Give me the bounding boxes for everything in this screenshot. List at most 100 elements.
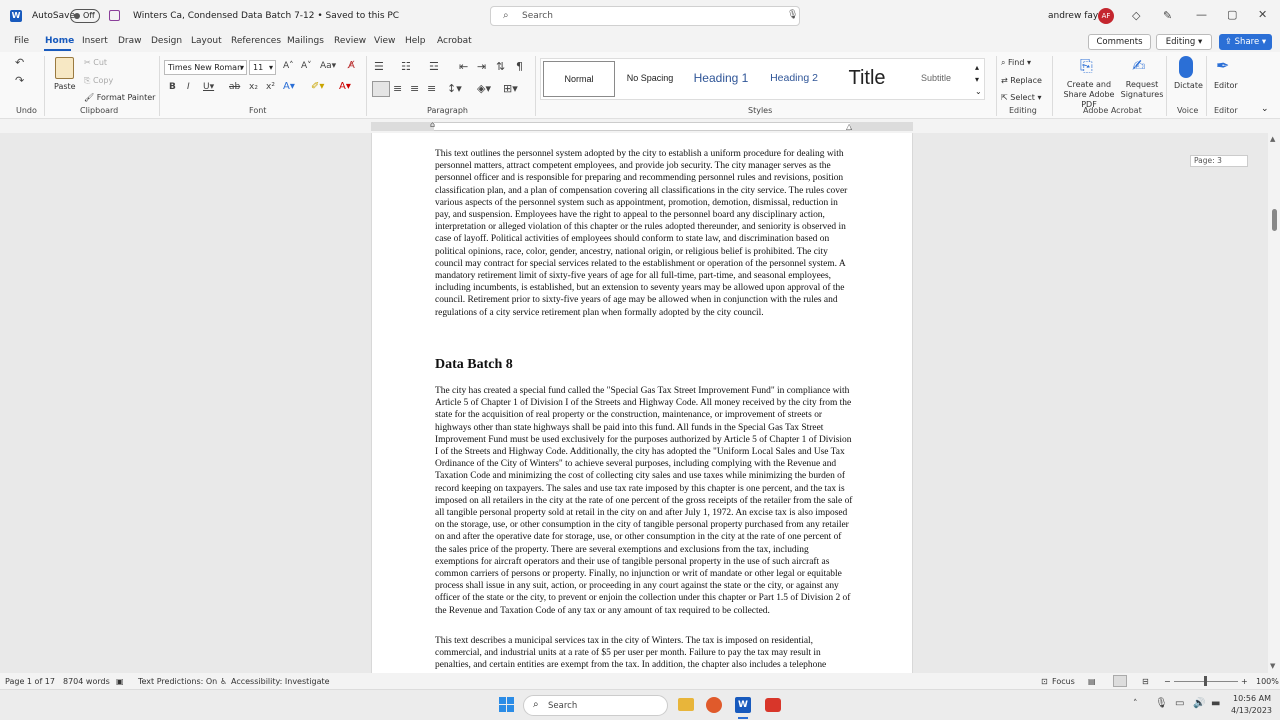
document-page[interactable]: This text outlines the personnel system … — [371, 133, 913, 673]
firefox-icon[interactable] — [706, 697, 722, 713]
file-explorer-icon[interactable] — [678, 698, 694, 711]
style-title[interactable]: Title — [831, 61, 903, 97]
style-subtitle[interactable]: Subtitle — [905, 61, 967, 97]
text-predictions[interactable]: Text Predictions: On — [138, 677, 217, 686]
undo-icon[interactable]: ↶ — [15, 56, 24, 69]
clock-time[interactable]: 10:56 AM — [1233, 694, 1271, 703]
editor-button[interactable]: Editor — [1214, 81, 1238, 91]
styles-scroll-up-icon[interactable]: ▴ — [975, 63, 979, 72]
zoom-slider-thumb[interactable] — [1204, 676, 1207, 686]
borders-icon[interactable]: ⊞▾ — [503, 82, 518, 95]
sort-icon[interactable]: ⇅ — [496, 60, 505, 73]
tab-file[interactable]: File — [14, 36, 29, 46]
pen-icon[interactable]: ✎ — [1163, 9, 1172, 22]
tray-overflow-icon[interactable]: ˄ — [1133, 699, 1138, 709]
accessibility-status[interactable]: Accessibility: Investigate — [231, 677, 330, 686]
tab-design[interactable]: Design — [151, 36, 182, 46]
multilevel-list-icon[interactable]: ☲ — [429, 60, 439, 73]
superscript-icon[interactable]: x² — [266, 82, 275, 92]
scroll-thumb[interactable] — [1272, 209, 1277, 231]
horizontal-ruler[interactable] — [371, 122, 913, 131]
tab-draw[interactable]: Draw — [118, 36, 142, 46]
tray-battery-icon[interactable]: ▬ — [1211, 698, 1220, 709]
scroll-up-icon[interactable]: ▲ — [1270, 135, 1275, 143]
save-icon[interactable] — [109, 10, 120, 21]
font-color-icon[interactable]: A▾ — [339, 81, 351, 92]
bullets-icon[interactable]: ☰ — [374, 60, 384, 73]
comments-button[interactable]: Comments — [1088, 34, 1151, 50]
editor-icon[interactable]: ✒ — [1216, 56, 1234, 78]
increase-indent-icon[interactable]: ⇥ — [477, 60, 486, 73]
zoom-level[interactable]: 100% — [1256, 677, 1279, 686]
show-marks-icon[interactable]: ¶ — [516, 60, 523, 73]
font-family-select[interactable]: Times New Roman ▾ — [164, 60, 247, 75]
underline-icon[interactable]: U▾ — [203, 82, 214, 92]
style-heading-1[interactable]: Heading 1 — [685, 61, 757, 97]
autosave-toggle[interactable]: Off — [70, 9, 100, 23]
tray-network-icon[interactable]: ▭ — [1175, 698, 1184, 709]
copy-button[interactable]: ⎘ Copy — [84, 76, 113, 86]
format-painter-button[interactable]: 🖌 Format Painter — [84, 93, 155, 103]
tray-mic-icon[interactable]: 🎙 — [1155, 698, 1168, 709]
tab-references[interactable]: References — [231, 36, 281, 46]
start-button[interactable] — [499, 697, 515, 713]
request-signatures-button[interactable]: Request Signatures — [1120, 80, 1164, 100]
tab-mailings[interactable]: Mailings — [287, 36, 324, 46]
zoom-in-icon[interactable]: + — [1241, 677, 1248, 686]
tab-review[interactable]: Review — [334, 36, 366, 46]
italic-icon[interactable]: I — [187, 82, 190, 92]
subscript-icon[interactable]: x₂ — [249, 82, 258, 92]
font-size-select[interactable]: 11 ▾ — [249, 60, 276, 75]
align-center-icon[interactable]: ≡ — [393, 82, 402, 95]
close-button[interactable]: ✕ — [1258, 8, 1267, 21]
tab-help[interactable]: Help — [405, 36, 426, 46]
paragraph-gas-tax[interactable]: The city has created a special fund call… — [435, 385, 853, 617]
word-taskbar-icon[interactable]: W — [735, 697, 751, 713]
word-count[interactable]: 8704 words — [63, 677, 110, 686]
search-box[interactable]: ⌕ Search 🎙 — [490, 6, 800, 26]
tab-insert[interactable]: Insert — [82, 36, 108, 46]
style-heading-2[interactable]: Heading 2 — [759, 61, 829, 97]
bold-icon[interactable]: B — [169, 82, 176, 92]
paste-icon[interactable] — [55, 57, 74, 79]
minimize-button[interactable]: — — [1196, 8, 1207, 21]
style-no-spacing[interactable]: No Spacing — [617, 61, 683, 97]
tab-layout[interactable]: Layout — [191, 36, 222, 46]
decrease-indent-icon[interactable]: ⇤ — [459, 60, 468, 73]
change-case-icon[interactable]: Aa▾ — [320, 61, 336, 71]
create-pdf-icon[interactable]: ⎘ — [1080, 56, 1098, 78]
style-normal[interactable]: Normal — [543, 61, 615, 97]
taskbar-search[interactable]: ⌕ Search — [523, 695, 668, 716]
scroll-down-icon[interactable]: ▼ — [1270, 662, 1275, 670]
editing-mode-button[interactable]: Editing ▾ — [1156, 34, 1212, 50]
justify-icon[interactable]: ≡ — [427, 82, 436, 95]
zoom-out-icon[interactable]: − — [1164, 677, 1171, 686]
paragraph-personnel[interactable]: This text outlines the personnel system … — [435, 148, 853, 319]
tab-home[interactable]: Home — [45, 36, 74, 46]
tray-volume-icon[interactable]: 🔊 — [1193, 698, 1205, 709]
grow-font-icon[interactable]: A˄ — [283, 61, 294, 71]
video-app-icon[interactable] — [765, 698, 781, 712]
tab-acrobat[interactable]: Acrobat — [437, 36, 472, 46]
clock-date[interactable]: 4/13/2023 — [1231, 706, 1272, 715]
read-mode-icon[interactable]: ▤ — [1088, 677, 1096, 686]
print-layout-icon[interactable] — [1113, 675, 1127, 687]
highlight-icon[interactable]: ✐▾ — [311, 81, 324, 92]
shading-icon[interactable]: ◈▾ — [477, 82, 491, 95]
request-signatures-icon[interactable]: ✍ — [1132, 56, 1150, 78]
diamond-icon[interactable]: ◇ — [1132, 9, 1140, 22]
styles-more-icon[interactable]: ⌄ — [975, 87, 982, 96]
line-spacing-icon[interactable]: ↕▾ — [447, 82, 462, 95]
indent-marker-icon[interactable]: ⌂ — [430, 120, 435, 129]
cut-button[interactable]: ✂ Cut — [84, 58, 107, 68]
styles-scroll-down-icon[interactable]: ▾ — [975, 75, 979, 84]
vertical-scrollbar[interactable]: ▲ ▼ — [1268, 133, 1280, 673]
strikethrough-icon[interactable]: ab — [229, 82, 240, 92]
proofing-icon[interactable]: ▣ — [116, 677, 124, 686]
dictate-button[interactable]: Dictate — [1174, 81, 1203, 91]
shrink-font-icon[interactable]: A˅ — [301, 61, 312, 71]
collapse-ribbon-icon[interactable]: ⌄ — [1261, 104, 1269, 114]
dictate-icon[interactable] — [1179, 56, 1193, 78]
avatar[interactable]: AF — [1098, 8, 1114, 24]
clear-formatting-icon[interactable]: A̸ — [348, 60, 355, 71]
